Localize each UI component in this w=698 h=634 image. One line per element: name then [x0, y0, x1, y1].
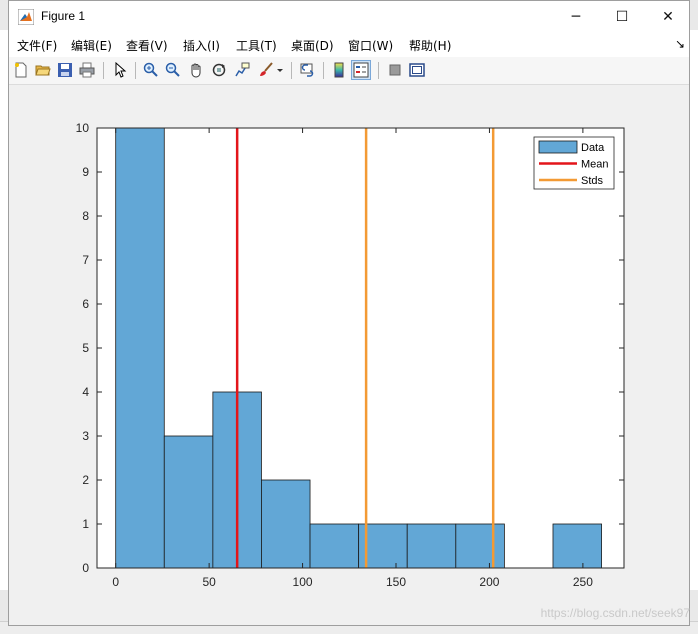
toolbar-separator: [378, 62, 379, 79]
zoom-out-icon[interactable]: [163, 60, 183, 80]
zoom-in-icon[interactable]: [141, 60, 161, 80]
histogram-bar: [455, 523, 505, 569]
y-tick-label: 1: [82, 517, 89, 531]
colorbar-icon[interactable]: [329, 60, 349, 80]
histogram-bar: [261, 479, 311, 569]
x-tick-label: 150: [386, 575, 406, 589]
menu-tools[interactable]: 工具(T): [236, 37, 277, 54]
y-tick-label: 3: [82, 429, 89, 443]
print-icon[interactable]: [77, 60, 97, 80]
y-tick-label: 10: [76, 121, 90, 135]
figure-canvas[interactable]: 0 50 100 150 200 250 0 1 2 3 4 5 6 7 8 9 10 Data Mean Stds: [9, 85, 689, 625]
maximize-button[interactable]: ☐: [599, 1, 645, 32]
title-bar[interactable]: Figure 1 ─ ☐ ✕: [9, 1, 689, 32]
y-tick-label: 6: [82, 297, 89, 311]
pan-hand-icon[interactable]: [186, 60, 206, 80]
y-tick-label: 7: [82, 253, 89, 267]
window-title: Figure 1: [41, 9, 86, 23]
toolbar-separator: [323, 62, 324, 79]
x-tick-label: 250: [573, 575, 593, 589]
histogram-chart[interactable]: 0 50 100 150 200 250 0 1 2 3 4 5 6 7 8 9 10 Data Mean Stds: [9, 85, 689, 625]
menu-insert[interactable]: 插入(I): [183, 37, 220, 54]
menu-view[interactable]: 查看(V): [126, 37, 168, 54]
menu-file[interactable]: 文件(F): [17, 37, 57, 54]
brush-dropdown-icon[interactable]: [275, 60, 285, 80]
open-file-icon[interactable]: [33, 60, 53, 80]
x-tick-label: 50: [202, 575, 216, 589]
hide-plot-tools-icon[interactable]: [385, 60, 405, 80]
y-tick-label: 4: [82, 385, 89, 399]
toolbar-separator: [291, 62, 292, 79]
menu-window[interactable]: 窗口(W): [348, 37, 393, 54]
x-tick-label: 200: [479, 575, 499, 589]
y-tick-label: 0: [82, 561, 89, 575]
rotate-3d-icon[interactable]: [209, 60, 229, 80]
figure-toolbar: [9, 57, 689, 85]
histogram-bar: [163, 435, 214, 569]
legend-label-data: Data: [581, 142, 605, 154]
show-plot-tools-icon[interactable]: [407, 60, 427, 80]
close-button[interactable]: ✕: [645, 1, 691, 32]
matlab-logo-icon: [18, 9, 34, 25]
brush-icon[interactable]: [256, 60, 276, 80]
legend-label-mean: Mean: [581, 159, 609, 171]
histogram-bar: [406, 523, 457, 569]
menu-bar: 文件(F) 编辑(E) 查看(V) 插入(I) 工具(T) 桌面(D) 窗口(W…: [9, 32, 689, 57]
x-tick-label: 0: [112, 575, 119, 589]
y-tick-label: 8: [82, 209, 89, 223]
legend-swatch-data: [538, 140, 578, 154]
histogram-bar: [552, 523, 602, 569]
link-plot-icon[interactable]: [298, 60, 318, 80]
select-arrow-icon[interactable]: [110, 60, 130, 80]
histogram-bar: [309, 523, 360, 569]
watermark-text: https://blog.csdn.net/seek97: [540, 606, 690, 620]
y-tick-label: 9: [82, 165, 89, 179]
y-tick-label: 2: [82, 473, 89, 487]
figure-window: Figure 1 ─ ☐ ✕ 文件(F) 编辑(E) 查看(V) 插入(I) 工…: [8, 0, 690, 626]
toolbar-separator: [103, 62, 104, 79]
minimize-button[interactable]: ─: [553, 1, 599, 32]
data-cursor-icon[interactable]: [232, 60, 252, 80]
background-app-right: [689, 30, 698, 590]
dock-arrow-icon[interactable]: ↘: [675, 37, 685, 51]
legend-label-stds: Stds: [581, 175, 604, 187]
x-tick-label: 100: [293, 575, 313, 589]
save-icon[interactable]: [55, 60, 75, 80]
y-tick-label: 5: [82, 341, 89, 355]
menu-help[interactable]: 帮助(H): [409, 37, 451, 54]
toolbar-separator: [135, 62, 136, 79]
new-figure-icon[interactable]: [11, 60, 31, 80]
histogram-bar: [115, 127, 165, 569]
menu-desktop[interactable]: 桌面(D): [291, 37, 334, 54]
menu-edit[interactable]: 编辑(E): [71, 37, 112, 54]
legend-icon[interactable]: [351, 60, 371, 80]
